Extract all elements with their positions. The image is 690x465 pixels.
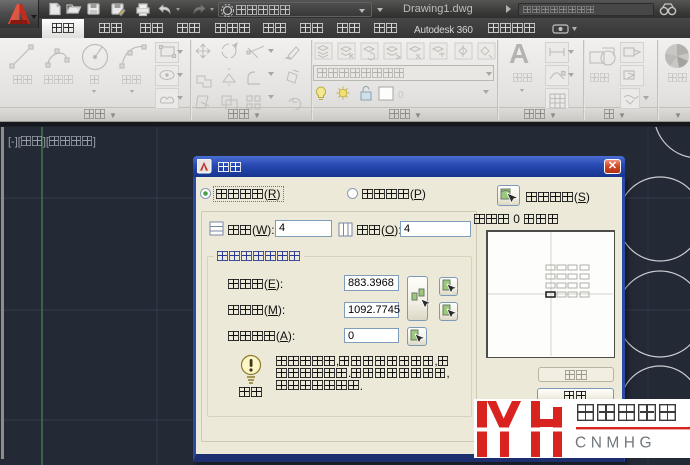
svg-text:0: 0 <box>398 90 404 101</box>
svg-text:CNMHG: CNMHG <box>575 435 656 452</box>
